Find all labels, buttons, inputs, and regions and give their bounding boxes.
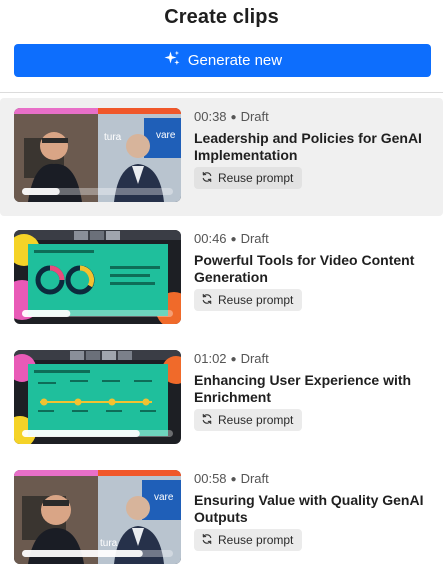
reuse-prompt-label: Reuse prompt bbox=[218, 293, 294, 307]
generate-new-button[interactable]: Generate new bbox=[14, 44, 431, 77]
progress-bar bbox=[22, 430, 140, 437]
clip-status: Draft bbox=[240, 109, 269, 124]
clip-thumbnail[interactable] bbox=[14, 350, 181, 444]
clip-status: Draft bbox=[240, 471, 269, 486]
video-thumbnail-image: tura vare bbox=[14, 470, 181, 564]
reuse-prompt-label: Reuse prompt bbox=[218, 171, 294, 185]
clip-title: Leadership and Policies for GenAI Implem… bbox=[194, 130, 422, 163]
separator-dot: ● bbox=[230, 354, 237, 365]
progress-bar bbox=[22, 188, 60, 195]
reuse-prompt-button[interactable]: Reuse prompt bbox=[194, 289, 303, 311]
clip-item[interactable]: 01:02 ● Draft Enhancing User Experience wi… bbox=[0, 340, 443, 458]
progress-bar bbox=[22, 550, 143, 557]
clip-duration: 01:02 bbox=[194, 351, 227, 366]
clip-duration: 00:38 bbox=[194, 109, 227, 124]
clip-status: Draft bbox=[240, 351, 269, 366]
refresh-icon bbox=[201, 171, 213, 186]
clip-item[interactable]: tura vare 00:38 ● Draft Leadership and Pol… bbox=[0, 98, 443, 216]
clip-title: Ensuring Value with Quality GenAI Output… bbox=[194, 492, 424, 525]
reuse-prompt-button[interactable]: Reuse prompt bbox=[194, 167, 303, 189]
video-thumbnail-image: tura vare bbox=[14, 108, 181, 202]
slide-thumbnail-image bbox=[14, 230, 181, 324]
reuse-prompt-label: Reuse prompt bbox=[218, 413, 294, 427]
clip-title: Enhancing User Experience with Enrichmen… bbox=[194, 372, 412, 405]
clip-thumbnail[interactable]: tura vare bbox=[14, 108, 181, 202]
svg-text:tura: tura bbox=[104, 132, 122, 143]
clip-title: Powerful Tools for Video Content Generat… bbox=[194, 252, 415, 285]
svg-text:tura: tura bbox=[100, 538, 118, 549]
svg-text:vare: vare bbox=[156, 130, 176, 141]
clip-thumbnail[interactable]: tura vare bbox=[14, 470, 181, 564]
refresh-icon bbox=[201, 533, 213, 548]
svg-text:vare: vare bbox=[154, 492, 174, 503]
progress-bar bbox=[22, 310, 71, 317]
separator-dot: ● bbox=[230, 112, 237, 123]
clip-item[interactable]: 00:46 ● Draft Powerful Tools for Video Con… bbox=[0, 220, 443, 338]
refresh-icon bbox=[201, 293, 213, 308]
clip-duration: 00:46 bbox=[194, 231, 227, 246]
clip-status: Draft bbox=[240, 231, 269, 246]
clip-item[interactable]: tura vare 00:58 ● Draft Ensuring Value wit… bbox=[0, 460, 443, 565]
reuse-prompt-label: Reuse prompt bbox=[218, 533, 294, 547]
reuse-prompt-button[interactable]: Reuse prompt bbox=[194, 529, 303, 551]
generate-new-label: Generate new bbox=[187, 52, 283, 69]
reuse-prompt-button[interactable]: Reuse prompt bbox=[194, 409, 303, 431]
clip-thumbnail[interactable] bbox=[14, 230, 181, 324]
slide-thumbnail-image bbox=[14, 350, 181, 444]
sparkle-icon bbox=[163, 50, 181, 72]
page-title: Create clips bbox=[164, 6, 279, 28]
divider bbox=[0, 92, 443, 93]
separator-dot: ● bbox=[230, 234, 237, 245]
refresh-icon bbox=[201, 413, 213, 428]
separator-dot: ● bbox=[230, 474, 237, 485]
clip-duration: 00:58 bbox=[194, 471, 227, 486]
